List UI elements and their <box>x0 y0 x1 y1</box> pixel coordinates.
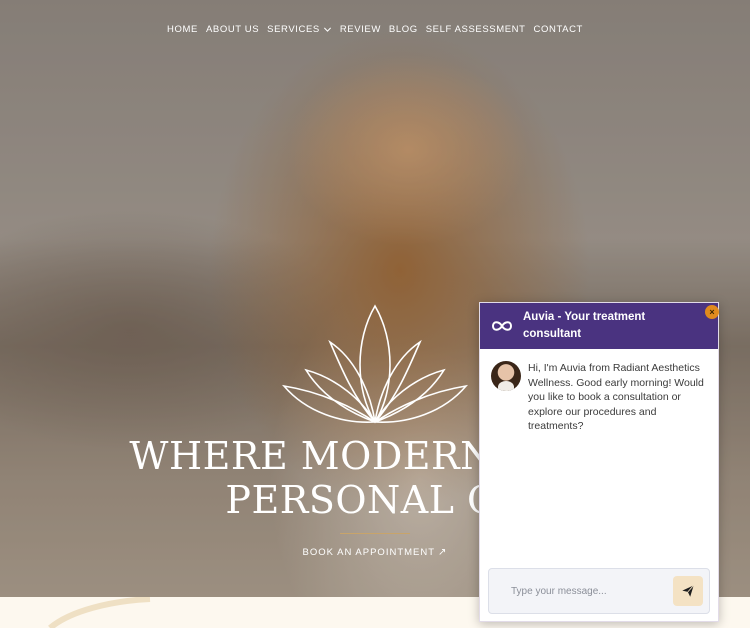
avatar <box>491 361 521 391</box>
nav-item-services[interactable]: SERVICES <box>266 24 333 35</box>
chat-header: Auvia - Your treatment consultant <box>480 303 718 349</box>
infinity-icon <box>491 321 513 331</box>
decorative-arc <box>48 597 151 628</box>
nav-item-contact[interactable]: CONTACT <box>533 24 584 35</box>
chat-message-input[interactable] <box>511 585 673 597</box>
chat-message-text: Hi, I'm Auvia from Radiant Aesthetics We… <box>528 362 704 433</box>
send-icon <box>682 585 695 597</box>
nav-item-blog[interactable]: BLOG <box>388 24 419 35</box>
nav-item-review[interactable]: REVIEW <box>339 24 382 35</box>
chat-input-area <box>488 568 710 614</box>
nav-item-about-us[interactable]: ABOUT US <box>205 24 260 35</box>
hero-divider <box>340 533 410 534</box>
chat-message: Hi, I'm Auvia from Radiant Aesthetics We… <box>480 349 718 434</box>
chat-close-button[interactable]: × <box>705 305 719 319</box>
arrow-up-right-icon: ↗ <box>438 547 448 558</box>
chevron-down-icon <box>323 27 331 32</box>
chat-widget: Auvia - Your treatment consultant × Hi, … <box>479 302 719 622</box>
lotus-icon <box>282 304 468 424</box>
nav-item-home[interactable]: HOME <box>166 24 199 35</box>
chat-title: Auvia - Your treatment consultant <box>523 311 646 340</box>
send-button[interactable] <box>673 576 703 606</box>
nav-item-self-assessment[interactable]: SELF ASSESSMENT <box>425 24 527 35</box>
main-navigation: HOME ABOUT US SERVICES REVIEW BLOG SELF … <box>0 24 750 35</box>
